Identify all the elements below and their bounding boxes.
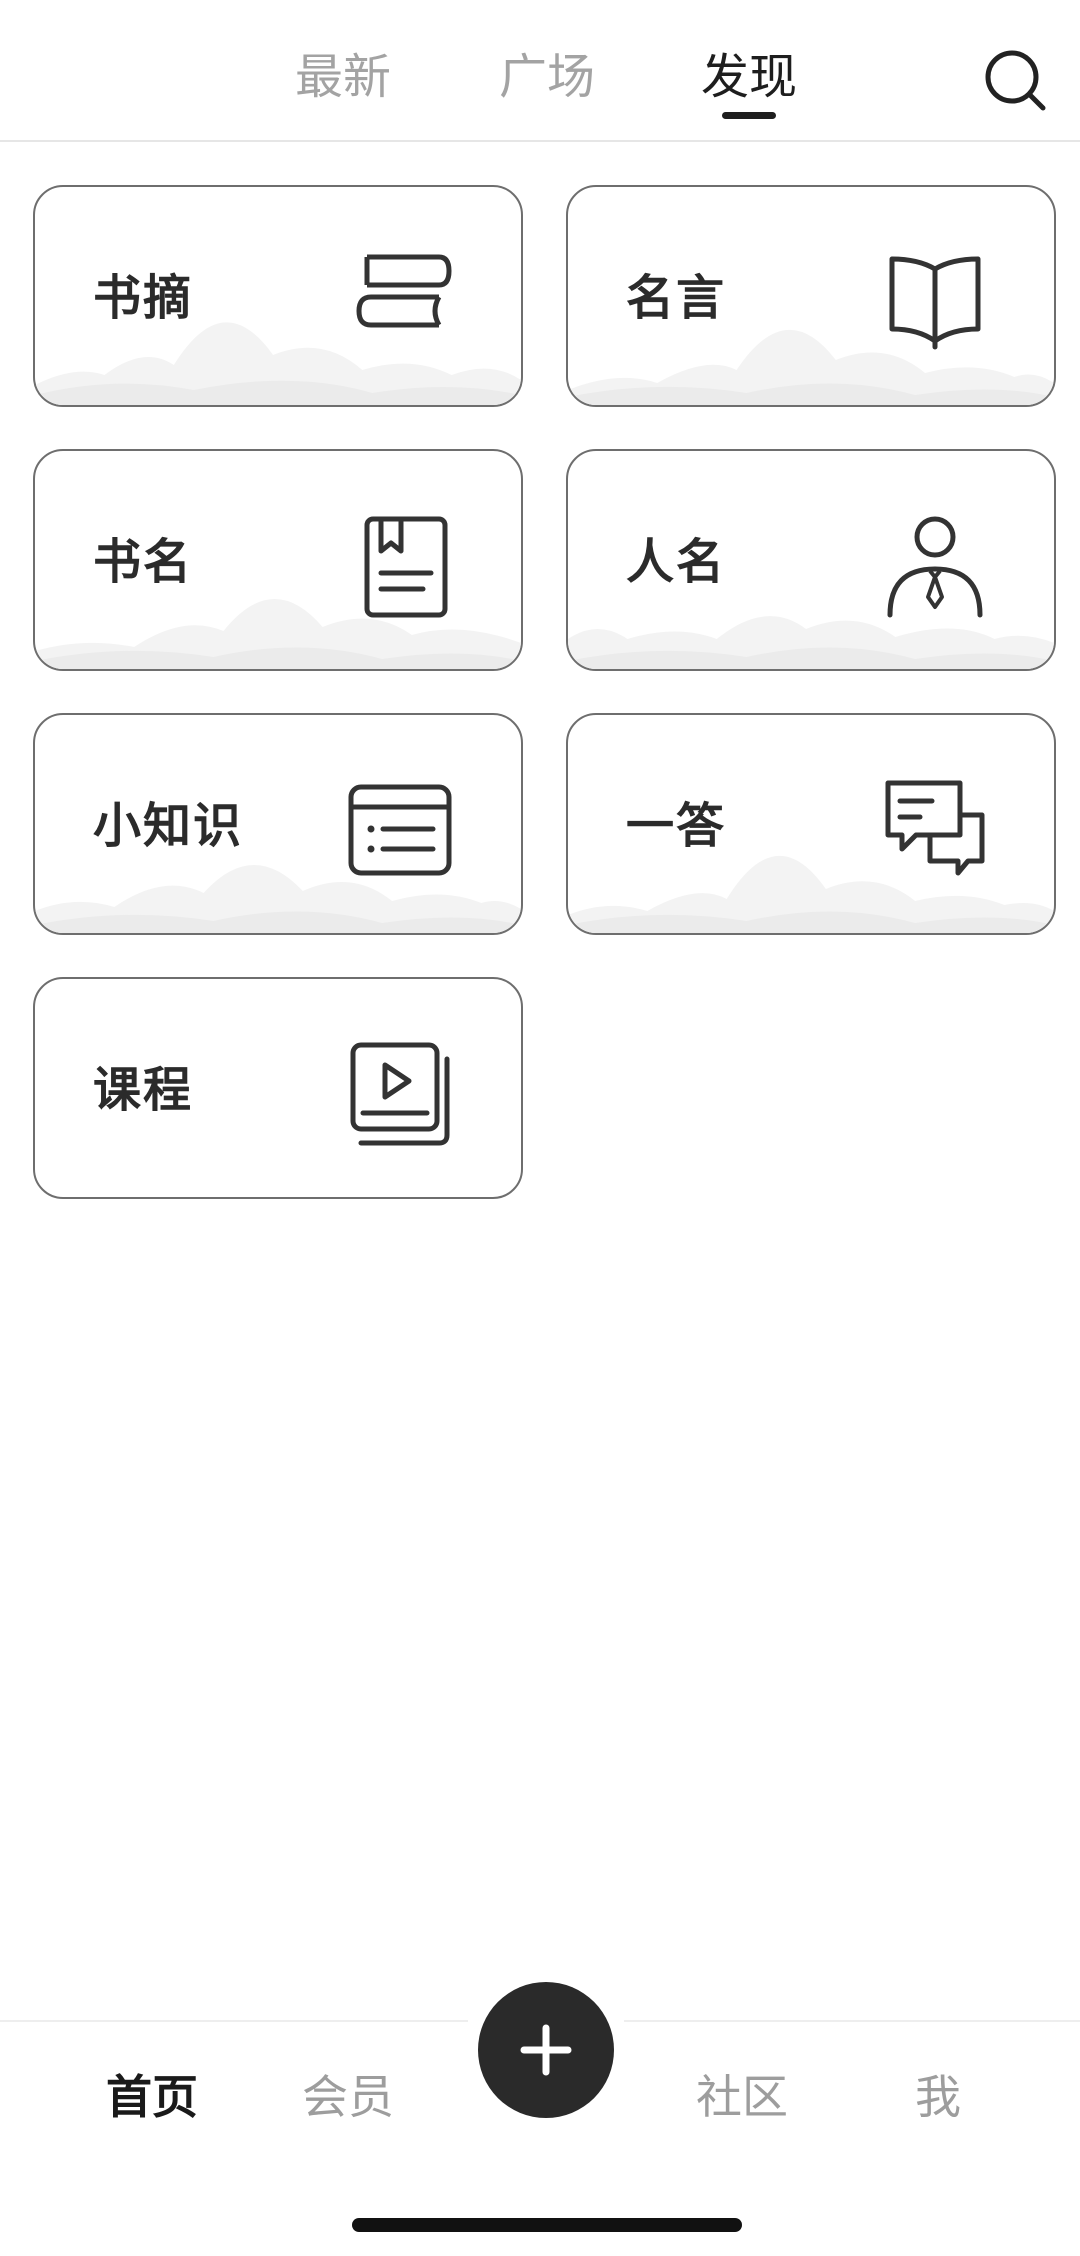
person-tie-icon	[887, 516, 983, 618]
nav-community[interactable]: 社区	[672, 2062, 812, 2132]
card-label: 人名	[626, 534, 727, 590]
home-indicator	[352, 2218, 742, 2232]
add-button[interactable]	[478, 1982, 614, 2118]
card-label: 名言	[626, 270, 727, 326]
card-quotes[interactable]: 名言	[566, 185, 1056, 407]
card-label: 一答	[626, 798, 727, 854]
card-courses[interactable]: 课程	[33, 977, 523, 1199]
nav-me[interactable]: 我	[868, 2062, 1008, 2132]
active-tab-indicator	[722, 112, 776, 119]
video-course-icon	[350, 1042, 450, 1146]
card-answers[interactable]: 一答	[566, 713, 1056, 935]
stacked-books-icon	[356, 254, 452, 328]
tab-square[interactable]: 广场	[492, 42, 602, 112]
card-tips[interactable]: 小知识	[33, 713, 523, 935]
search-button[interactable]	[980, 44, 1050, 114]
card-label: 小知识	[93, 798, 244, 854]
card-label: 书名	[93, 534, 194, 590]
search-icon	[985, 50, 1046, 111]
list-card-icon	[348, 784, 452, 876]
nav-membership[interactable]: 会员	[278, 2062, 418, 2132]
card-label: 书摘	[93, 270, 194, 326]
chat-bubbles-icon	[885, 780, 985, 876]
tab-latest[interactable]: 最新	[288, 42, 398, 112]
plus-icon	[520, 2024, 572, 2076]
nav-home[interactable]: 首页	[82, 2062, 222, 2132]
card-person-names[interactable]: 人名	[566, 449, 1056, 671]
tab-discover[interactable]: 发现	[694, 42, 804, 112]
open-book-icon	[889, 256, 981, 350]
top-tab-bar: 最新 广场 发现	[0, 0, 1080, 142]
card-book-titles[interactable]: 书名	[33, 449, 523, 671]
bookmarked-book-icon	[364, 516, 448, 618]
card-label: 课程	[93, 1062, 194, 1118]
card-excerpts[interactable]: 书摘	[33, 185, 523, 407]
